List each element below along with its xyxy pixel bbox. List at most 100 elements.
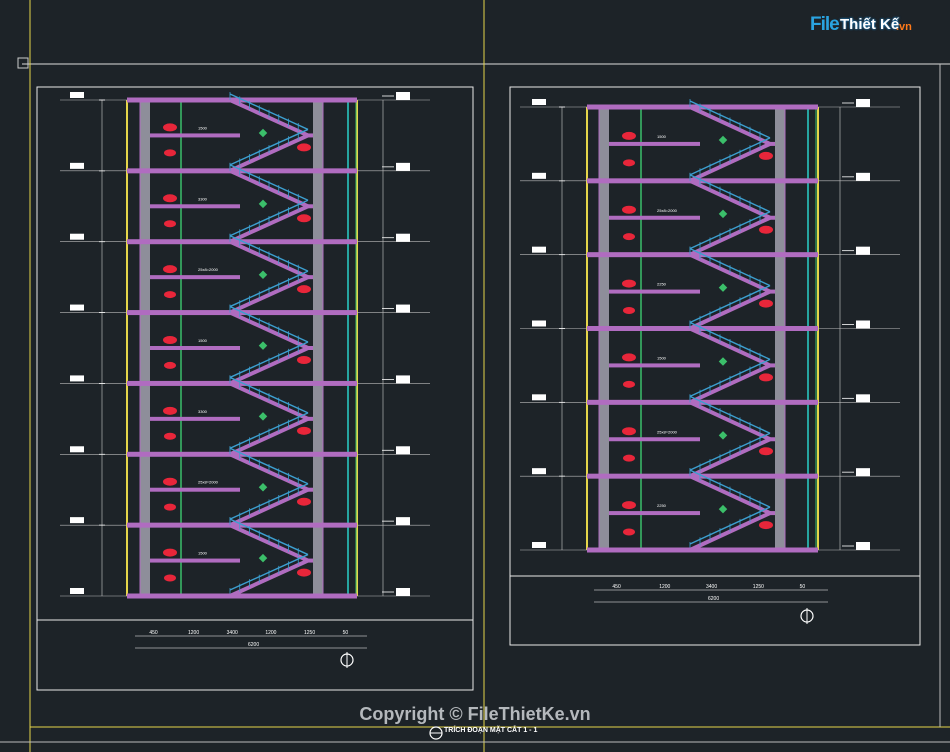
landing-slab-right [770,141,775,146]
landing-slab-right [770,511,775,516]
level-tag-right [396,446,410,455]
landing-slab [150,487,240,492]
bottom-dimension-value: 50 [343,630,349,636]
landing-slab [609,437,700,442]
level-tag-left [70,162,84,169]
bottom-dimension-value: 1200 [659,584,670,590]
landing-slab-right [770,437,775,442]
section-marker [623,233,635,241]
level-tag-right [396,517,410,526]
bottom-dimension-value: 1200 [265,630,276,636]
section-marker [163,548,177,557]
landing-slab [150,275,240,280]
landing-slab [150,133,240,138]
landing-slab [609,141,700,146]
flight-dimension-label: 25x8=2000 [198,480,219,485]
level-tag-right [396,375,410,384]
section-caption: TRÍCH ĐOẠN MẶT CẮT 1 - 1 [444,727,538,734]
level-tag-right [856,468,870,477]
level-tag-left [532,394,546,401]
filethietke-logo: File Thiết Kế .vn [810,12,922,42]
level-tag-right [396,162,410,171]
section-marker [164,503,176,511]
copyright-watermark: Copyright © FileThietKe.vn [359,704,591,724]
level-tag-left [70,233,84,240]
total-dimension-value: 6200 [248,642,259,648]
level-tag-right [856,542,870,550]
level-tag-right [856,99,870,107]
floor-slab [587,547,818,553]
level-tag-right [396,588,410,596]
right-wall-column [313,100,323,596]
section-marker [759,225,773,234]
level-tag-left [532,320,546,327]
landing-slab [150,346,240,350]
level-tag-right [396,304,410,313]
logo-vn-text: .vn [896,21,912,33]
landing-slab-right [308,275,313,280]
landing-slab-right [308,416,313,421]
landing-slab [609,511,700,516]
section-marker [164,361,176,369]
landing-slab [609,363,700,368]
section-marker [759,151,773,160]
landing-slab [150,416,240,421]
section-marker [164,291,176,299]
section-marker [297,214,311,223]
section-marker [297,285,311,294]
level-tag-right [396,233,410,242]
logo-thietke-text: Thiết Kế [840,16,900,33]
landing-slab-right [308,346,313,350]
level-tag-left [70,446,84,453]
flight-dimension-label: 25x8=2000 [657,208,678,213]
section-marker [759,447,773,456]
section-marker [622,279,636,288]
level-tag-left [70,375,84,382]
flight-dimension-label: 2250 [657,503,667,508]
section-marker [623,380,635,388]
section-marker [622,131,636,140]
landing-slab [150,204,240,209]
landing-slab-right [308,204,313,209]
section-marker [759,521,773,530]
section-marker [164,220,176,228]
bottom-dimension-value: 450 [149,630,158,636]
section-marker [297,356,311,364]
landing-slab-right [770,363,775,368]
bottom-dimension-value: 1200 [188,630,199,636]
section-marker [622,353,636,362]
flight-dimension-label: 1500 [198,551,208,556]
section-marker [163,265,177,274]
bottom-dimension-value: 50 [800,584,806,590]
section-marker [164,432,176,440]
section-marker [297,143,311,152]
landing-slab-right [770,215,775,220]
section-marker [759,299,773,308]
landing-slab [609,289,700,294]
total-dimension-value: 6200 [708,596,719,602]
section-marker [297,426,311,435]
landing-slab [150,558,240,563]
level-tag-left [70,517,84,524]
flight-dimension-label: 25x8=2000 [657,429,678,434]
section-marker [163,477,177,486]
section-marker [623,159,635,167]
flight-dimension-label: 1500 [198,125,208,130]
section-marker [622,205,636,214]
section-marker [297,568,311,577]
flight-dimension-label: 1500 [657,134,667,139]
section-marker [164,574,176,582]
bottom-dimension-value: 3400 [227,630,238,636]
level-tag-left [532,99,546,105]
section-marker [622,427,636,436]
level-tag-right [856,246,870,255]
flight-dimension-label: 3300 [198,409,208,414]
section-marker [163,194,177,203]
flight-dimension-label: 3300 [198,196,208,201]
left-wall-column [140,100,150,596]
level-tag-left [70,92,84,98]
bottom-dimension-value: 1250 [753,584,764,590]
section-marker [163,123,177,132]
landing-slab-right [770,289,775,294]
logo-file-text: File [810,14,840,35]
